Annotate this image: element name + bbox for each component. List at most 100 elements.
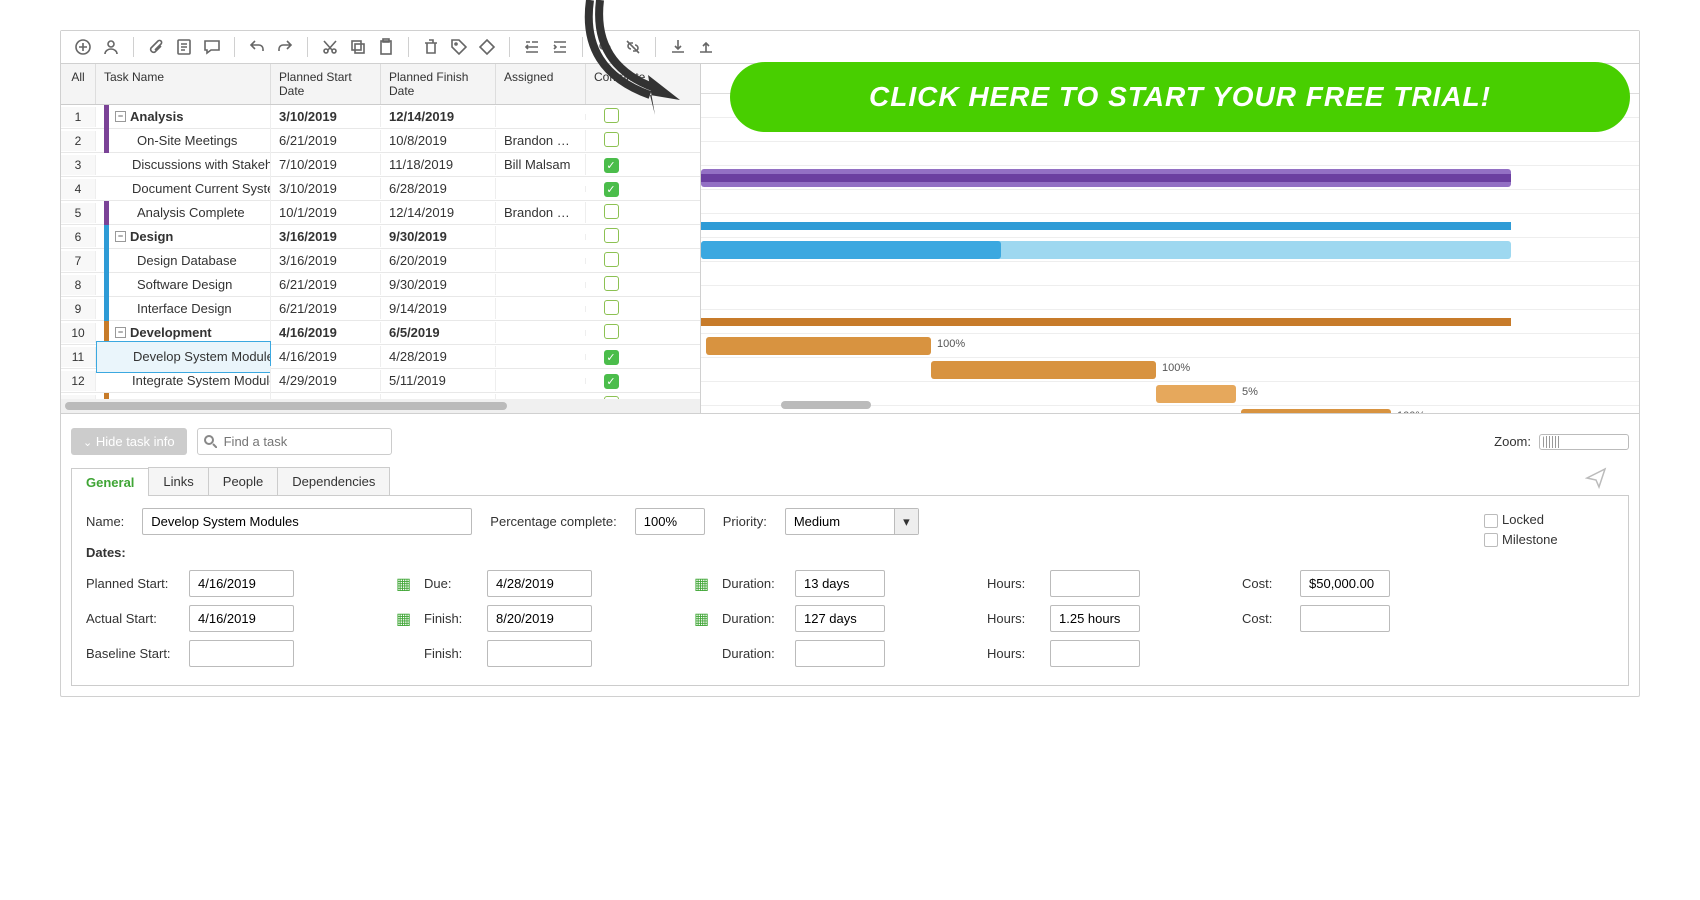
hide-task-info-button[interactable]: ⌄ Hide task info <box>71 428 187 455</box>
locked-checkbox[interactable] <box>1484 514 1498 528</box>
milestone-icon[interactable] <box>477 37 497 57</box>
tab-general[interactable]: General <box>71 468 149 496</box>
complete-checkbox[interactable] <box>604 252 619 267</box>
gantt-bar[interactable] <box>701 318 1511 326</box>
collapse-icon[interactable]: − <box>115 327 126 338</box>
hours2-input[interactable] <box>1050 605 1140 632</box>
tag-icon[interactable] <box>449 37 469 57</box>
cta-banner[interactable]: CLICK HERE TO START YOUR FREE TRIAL! <box>730 62 1630 132</box>
redo-icon[interactable] <box>275 37 295 57</box>
hours1-label: Hours: <box>987 576 1042 591</box>
gantt-bar[interactable] <box>701 241 1001 259</box>
hours2-label: Hours: <box>987 611 1042 626</box>
complete-checkbox[interactable] <box>604 276 619 291</box>
complete-checkbox[interactable] <box>604 300 619 315</box>
cut-icon[interactable] <box>320 37 340 57</box>
actual-start-input[interactable] <box>189 605 294 632</box>
task-name: Analysis <box>130 109 183 124</box>
hours1-input[interactable] <box>1050 570 1140 597</box>
complete-checkbox[interactable] <box>604 324 619 339</box>
task-details-panel: ⌄ Hide task info Zoom: General Links Peo… <box>61 414 1639 696</box>
gantt-row <box>701 190 1639 214</box>
finish-input[interactable] <box>487 605 592 632</box>
outdent-icon[interactable] <box>522 37 542 57</box>
col-all[interactable]: All <box>61 64 96 104</box>
tab-dependencies[interactable]: Dependencies <box>277 467 390 495</box>
comment-icon[interactable] <box>202 37 222 57</box>
actual-start-label: Actual Start: <box>86 611 181 626</box>
complete-checkbox[interactable]: ✓ <box>604 158 619 173</box>
gantt-row <box>701 262 1639 286</box>
undo-icon[interactable] <box>247 37 267 57</box>
task-name-input[interactable] <box>142 508 472 535</box>
milestone-label: Milestone <box>1502 532 1558 547</box>
gantt-row <box>701 166 1639 190</box>
duration3-input[interactable] <box>795 640 885 667</box>
col-name[interactable]: Task Name <box>96 64 271 104</box>
calendar-icon[interactable]: ▦ <box>396 574 416 594</box>
attachment-icon[interactable] <box>146 37 166 57</box>
complete-checkbox[interactable]: ✓ <box>604 182 619 197</box>
baseline-finish-input[interactable] <box>487 640 592 667</box>
user-icon[interactable] <box>101 37 121 57</box>
gantt-bar[interactable] <box>701 174 1511 182</box>
delete-icon[interactable] <box>421 37 441 57</box>
duration1-input[interactable] <box>795 570 885 597</box>
planned-start-label: Planned Start: <box>86 576 181 591</box>
calendar-icon[interactable]: ▦ <box>694 609 714 629</box>
milestone-checkbox[interactable] <box>1484 533 1498 547</box>
baseline-start-label: Baseline Start: <box>86 646 181 661</box>
send-icon[interactable] <box>1585 467 1607 492</box>
note-icon[interactable] <box>174 37 194 57</box>
calendar-icon[interactable]: ▦ <box>694 574 714 594</box>
gantt-bar[interactable] <box>931 361 1156 379</box>
complete-checkbox[interactable]: ✓ <box>604 374 619 389</box>
baseline-start-input[interactable] <box>189 640 294 667</box>
complete-checkbox[interactable] <box>604 228 619 243</box>
duration1-label: Duration: <box>722 576 787 591</box>
due-label: Due: <box>424 576 479 591</box>
cost2-input[interactable] <box>1300 605 1390 632</box>
search-icon <box>203 434 217 448</box>
cost1-input[interactable] <box>1300 570 1390 597</box>
copy-icon[interactable] <box>348 37 368 57</box>
task-name: On-Site Meetings <box>115 133 237 148</box>
chevron-down-icon: ▾ <box>894 509 918 534</box>
calendar-icon[interactable]: ▦ <box>396 609 416 629</box>
duration2-label: Duration: <box>722 611 787 626</box>
gantt-bar-label: 5% <box>1242 386 1258 398</box>
find-task-input[interactable] <box>197 428 392 455</box>
cost2-label: Cost: <box>1242 611 1292 626</box>
gantt-row <box>701 214 1639 238</box>
tab-links[interactable]: Links <box>148 467 208 495</box>
planned-start-input[interactable] <box>189 570 294 597</box>
task-name: Develop System Modules <box>111 349 271 364</box>
pct-label: Percentage complete: <box>490 514 616 529</box>
due-input[interactable] <box>487 570 592 597</box>
col-pfinish[interactable]: Planned Finish Date <box>381 64 496 104</box>
add-icon[interactable] <box>73 37 93 57</box>
duration2-input[interactable] <box>795 605 885 632</box>
grid-hscroll[interactable] <box>61 399 700 413</box>
gantt-row: 100% <box>701 334 1639 358</box>
dates-heading: Dates: <box>86 545 1484 560</box>
zoom-slider[interactable] <box>1539 434 1629 450</box>
gantt-bar[interactable] <box>706 337 931 355</box>
tab-people[interactable]: People <box>208 467 278 495</box>
pct-complete-input[interactable] <box>635 508 705 535</box>
complete-checkbox[interactable]: ✓ <box>604 350 619 365</box>
collapse-icon[interactable]: − <box>115 231 126 242</box>
priority-select[interactable]: ▾ <box>785 508 919 535</box>
task-name: Discussions with Stakehol <box>110 157 271 172</box>
paste-icon[interactable] <box>376 37 396 57</box>
hours3-label: Hours: <box>987 646 1042 661</box>
col-pstart[interactable]: Planned Start Date <box>271 64 381 104</box>
task-name: Interface Design <box>115 301 232 316</box>
complete-checkbox[interactable] <box>604 204 619 219</box>
gantt-hscroll[interactable] <box>701 401 1639 411</box>
task-name: Software Design <box>115 277 232 292</box>
hours3-input[interactable] <box>1050 640 1140 667</box>
gantt-bar[interactable] <box>701 222 1511 230</box>
collapse-icon[interactable]: − <box>115 111 126 122</box>
task-name: Design <box>130 229 173 244</box>
